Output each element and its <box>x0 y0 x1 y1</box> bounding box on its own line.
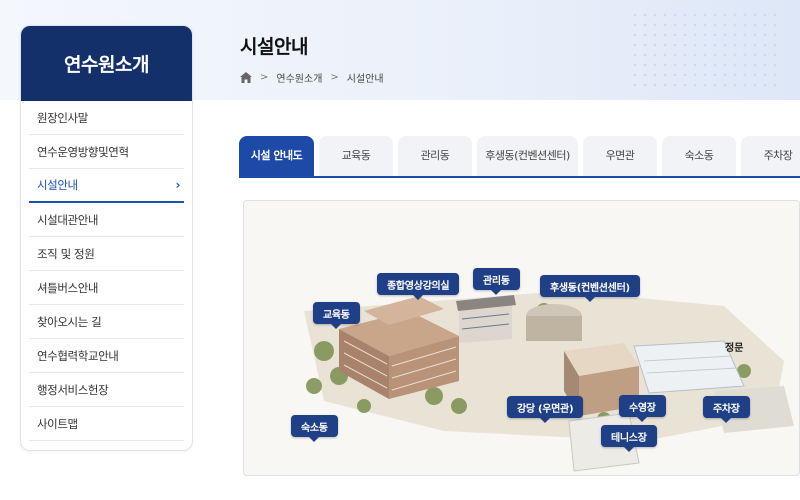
sidebar-item-label: 시설안내 <box>37 178 78 192</box>
tab-education-building[interactable]: 교육동 <box>319 136 393 176</box>
tab-admin-building[interactable]: 관리동 <box>398 136 472 176</box>
sidebar-item-label: 시설대관안내 <box>37 212 99 227</box>
map-label-admin-building[interactable]: 관리동 <box>473 268 520 295</box>
sidebar-item-label: 원장인사말 <box>37 110 88 125</box>
tab-parking[interactable]: 주차장 <box>741 136 800 176</box>
map-label-media-lecture-room[interactable]: 종합영상강의실 <box>377 273 460 300</box>
sidebar-item-facility-rental[interactable]: 시설대관안내 <box>29 203 184 237</box>
sidebar-item-directions[interactable]: 찾아오시는 길 <box>29 305 184 339</box>
sidebar-item-partner-schools[interactable]: 연수협력학교안내 <box>29 339 184 373</box>
tab-dormitory[interactable]: 숙소동 <box>662 136 736 176</box>
chevron-right-icon: › <box>175 178 180 192</box>
sidebar-item-sitemap[interactable]: 사이트맵 <box>29 407 184 441</box>
map-label-welfare-building[interactable]: 후생동(컨벤션센터) <box>540 275 640 302</box>
sidebar-item-operation-history[interactable]: 연수운영방향및연혁 <box>29 135 184 169</box>
sidebar-item-label: 조직 및 정원 <box>37 246 95 261</box>
page-title: 시설안내 <box>240 36 308 58</box>
sidebar-item-label: 연수협력학교안내 <box>37 348 119 363</box>
map-label-pool[interactable]: 수영장 <box>619 395 666 422</box>
sidebar-item-label: 사이트맵 <box>37 416 78 431</box>
map-label-tennis-court[interactable]: 테니스장 <box>601 425 657 452</box>
map-label-auditorium[interactable]: 강당 (우면관) <box>507 396 584 423</box>
breadcrumb-item-current: 시설안내 <box>346 74 384 85</box>
breadcrumb-item-intro[interactable]: 연수원소개 <box>276 70 322 85</box>
map-label-education-building[interactable]: 교육동 <box>313 302 360 329</box>
sidebar-item-organization[interactable]: 조직 및 정원 <box>29 237 184 271</box>
sidebar: 연수원소개 원장인사말 연수운영방향및연혁 시설안내 › 시설대관안내 조직 및 … <box>20 25 193 451</box>
breadcrumb: > 연수원소개 > 시설안내 <box>240 70 384 85</box>
breadcrumb-separator: > <box>330 72 339 83</box>
sidebar-title: 연수원소개 <box>21 26 192 101</box>
decorative-dots <box>630 10 780 90</box>
tab-welfare-building[interactable]: 후생동(컨벤션센터) <box>477 136 578 176</box>
sidebar-item-service-charter[interactable]: 행정서비스헌장 <box>29 373 184 407</box>
facility-tabs: 시설 안내도 교육동 관리동 후생동(컨벤션센터) 우면관 숙소동 주차장 <box>239 136 800 178</box>
tab-umyeon-hall[interactable]: 우면관 <box>583 136 657 176</box>
sidebar-item-label: 행정서비스헌장 <box>37 382 109 397</box>
sidebar-item-shuttle-bus[interactable]: 셔틀버스안내 <box>29 271 184 305</box>
map-label-main-gate: 정문 <box>725 343 744 354</box>
sidebar-item-greeting[interactable]: 원장인사말 <box>29 101 184 135</box>
tab-facility-map[interactable]: 시설 안내도 <box>239 136 314 176</box>
home-icon[interactable] <box>240 72 252 83</box>
map-label-parking[interactable]: 주차장 <box>703 396 750 423</box>
sidebar-item-label: 셔틀버스안내 <box>37 280 99 295</box>
sidebar-menu: 원장인사말 연수운영방향및연혁 시설안내 › 시설대관안내 조직 및 정원 셔틀버… <box>21 101 192 441</box>
campus-map: 교육동 종합영상강의실 관리동 후생동(컨벤션센터) 숙소동 강당 (우면관) … <box>243 200 800 476</box>
sidebar-item-label: 연수운영방향및연혁 <box>37 144 129 159</box>
map-label-dormitory[interactable]: 숙소동 <box>291 415 338 442</box>
breadcrumb-separator: > <box>260 72 269 83</box>
sidebar-item-label: 찾아오시는 길 <box>37 314 102 329</box>
sidebar-item-facility-guide[interactable]: 시설안내 › <box>29 169 184 203</box>
